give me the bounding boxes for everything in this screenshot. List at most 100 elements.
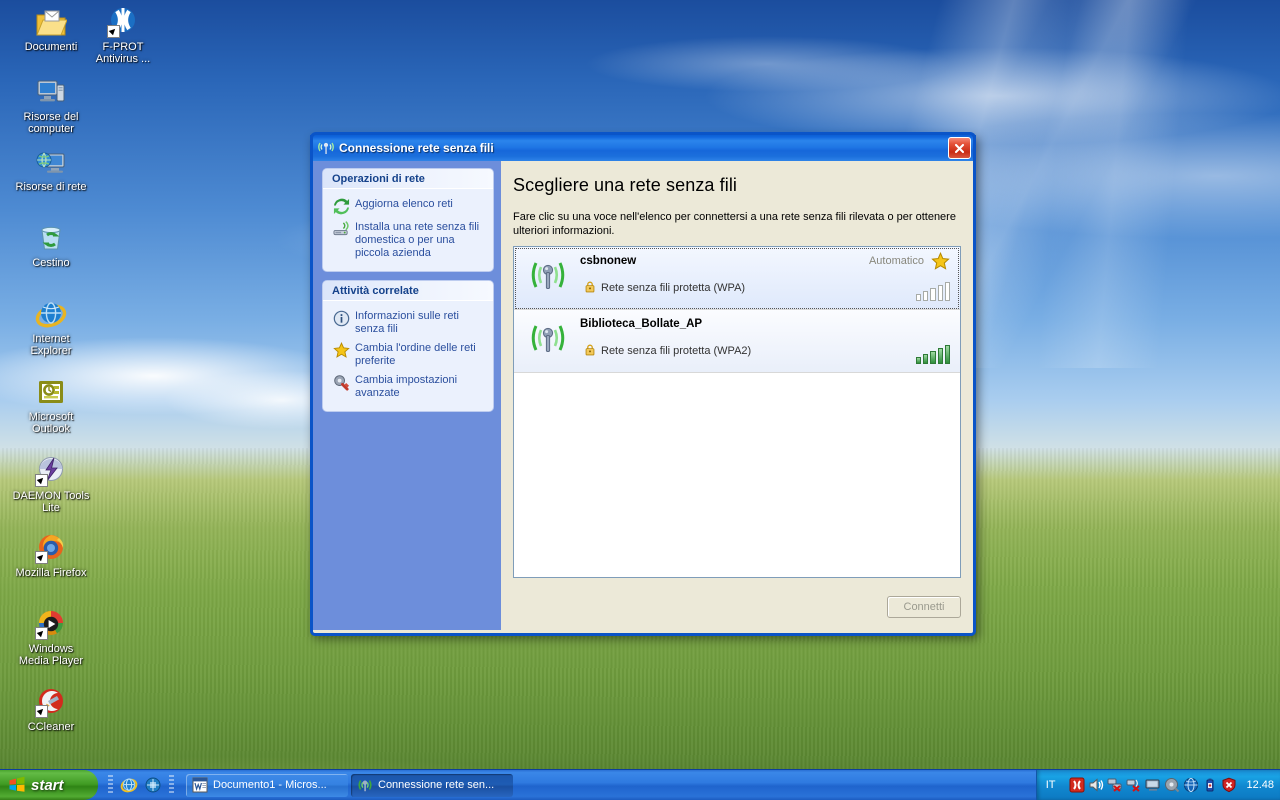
desktop-icon-network-places[interactable]: Risorse di rete [8,146,94,193]
wireless-network-window[interactable]: Connessione rete senza fili Operazioni d… [310,132,976,636]
desktop-icon-label: DAEMON Tools Lite [12,490,90,514]
desktop-icon-label: Internet Explorer [30,333,72,357]
desktop-icon-label: Mozilla Firefox [15,567,87,579]
start-button[interactable]: start [0,770,98,800]
shortcut-overlay-icon [35,627,48,640]
network-security-label: Rete senza fili protetta (WPA) [601,282,746,294]
window-titlebar[interactable]: Connessione rete senza fili [310,132,976,161]
globe-icon[interactable] [1183,777,1199,793]
info-icon [333,310,350,327]
start-label: start [31,776,64,794]
internet-explorer-icon[interactable] [120,776,138,794]
task-link[interactable]: Installa una rete senza fili domestica o… [329,218,487,263]
window-body: Operazioni di rete Aggiorna elenco reti In… [313,161,973,630]
network-security-label: Rete senza fili protetta (WPA2) [601,345,752,357]
quick-launch-bar [100,770,182,800]
windows-flag-icon [8,776,26,794]
network-list-item[interactable]: Biblioteca_Bollate_AP Rete senza fili pro… [514,310,960,373]
ccleaner-icon [35,686,67,718]
network-disconnected-icon[interactable] [1107,777,1123,793]
wireless-signal-icon [357,777,373,793]
network-disconnected-2-icon[interactable] [1126,777,1142,793]
task-link[interactable]: Cambia impostazioni avanzate [329,371,487,403]
taskbar-window-button[interactable]: Documento1 - Micros... [186,773,348,797]
refresh-icon [333,198,350,215]
taskbar-window-button[interactable]: Connessione rete sen... [351,773,513,797]
clock[interactable]: 12.48 [1246,779,1274,791]
signal-bar [937,285,943,301]
task-button-list: Documento1 - Micros... Connessione rete s… [182,770,1036,800]
word-document-icon [192,777,208,793]
signal-strength-bars [916,345,951,364]
network-security-row: Rete senza fili protetta (WPA) [584,281,952,295]
signal-bar [930,288,936,301]
task-pane: Operazioni di rete Aggiorna elenco reti In… [313,161,501,630]
signal-strength-bars [916,282,951,301]
windows-media-player-icon [35,608,67,640]
network-places-icon [35,146,67,178]
network-list[interactable]: csbnonew Automatico Rete senza fili protet… [513,246,961,578]
task-link[interactable]: Cambia l'ordine delle reti preferite [329,339,487,371]
task-panel-header: Attività correlate [323,281,493,301]
task-link-label: Cambia impostazioni avanzate [355,374,458,399]
quicklaunch-separator[interactable] [169,775,174,795]
network-connection-mode: Automatico [868,255,924,267]
daemon-tools-icon [35,455,67,487]
content-pane: Scegliere una rete senza fili Fare clic … [501,161,973,630]
desktop-icon-label: Cestino [32,257,70,269]
task-panel-header: Operazioni di rete [323,169,493,189]
advanced-settings-icon [333,374,350,391]
fprot-antivirus-icon [107,6,139,38]
signal-bar [930,351,936,364]
task-panel: Attività correlate Informazioni sulle ret… [323,281,493,411]
desktop-icon-microsoft-outlook[interactable]: Microsoft Outlook [8,376,94,435]
network-list-item[interactable]: csbnonew Automatico Rete senza fili protet… [514,247,960,310]
wireless-setup-icon [333,221,350,238]
mozilla-firefox-icon [35,532,67,564]
shortcut-overlay-icon [107,25,120,38]
system-tray: IT 12.48 [1035,770,1280,800]
taskbar-window-label: Connessione rete sen... [378,779,495,791]
desktop-icon-windows-media-player[interactable]: Windows Media Player [8,608,94,667]
signal-bar [923,354,929,364]
fprot-shield-icon[interactable] [1069,777,1085,793]
my-computer-icon [35,76,67,108]
show-desktop-icon[interactable] [144,776,162,794]
signal-bar [923,291,929,301]
internet-explorer-icon [35,298,67,330]
desktop-icon-daemon-tools[interactable]: DAEMON Tools Lite [8,455,94,514]
daemon-tools-tray-icon[interactable] [1164,777,1180,793]
desktop-icon-label: Risorse del computer [23,111,79,135]
battery-icon[interactable] [1202,777,1218,793]
close-button[interactable] [948,137,971,159]
taskbar: start Documento1 - Micros... Connessione … [0,769,1280,800]
documents-folder-icon [35,6,68,38]
signal-bar [944,282,951,301]
taskbar-window-label: Documento1 - Micros... [213,779,327,791]
desktop-icon-recycle-bin[interactable]: Cestino [8,222,94,269]
lock-icon [584,344,596,358]
desktop-icon-label: Windows Media Player [18,643,84,667]
desktop-icon-ccleaner[interactable]: CCleaner [8,686,94,733]
desktop-icon-fprot-antivirus[interactable]: F-PROT Antivirus ... [80,6,166,65]
shortcut-overlay-icon [35,705,48,718]
desktop-icon-label: Risorse di rete [15,181,87,193]
network-signal-icon [528,318,568,358]
task-link-label: Informazioni sulle reti senza fili [355,310,459,335]
microsoft-outlook-icon [35,376,67,408]
task-link[interactable]: Informazioni sulle reti senza fili [329,307,487,339]
desktop-icon-my-computer[interactable]: Risorse del computer [8,76,94,135]
wireless-signal-icon [317,140,335,156]
connect-button[interactable]: Connetti [887,596,961,618]
desktop-icon-label: Microsoft Outlook [28,411,74,435]
security-center-icon[interactable] [1221,777,1237,793]
monitor-icon[interactable] [1145,777,1161,793]
volume-icon[interactable] [1088,777,1104,793]
signal-bar [937,348,943,364]
desktop-icon-mozilla-firefox[interactable]: Mozilla Firefox [8,532,94,579]
desktop-icon-internet-explorer[interactable]: Internet Explorer [8,298,94,357]
task-link[interactable]: Aggiorna elenco reti [329,195,487,218]
quicklaunch-gripper[interactable] [108,775,113,795]
language-indicator[interactable]: IT [1041,778,1061,792]
page-description: Fare clic su una voce nell'elenco per co… [513,211,956,237]
